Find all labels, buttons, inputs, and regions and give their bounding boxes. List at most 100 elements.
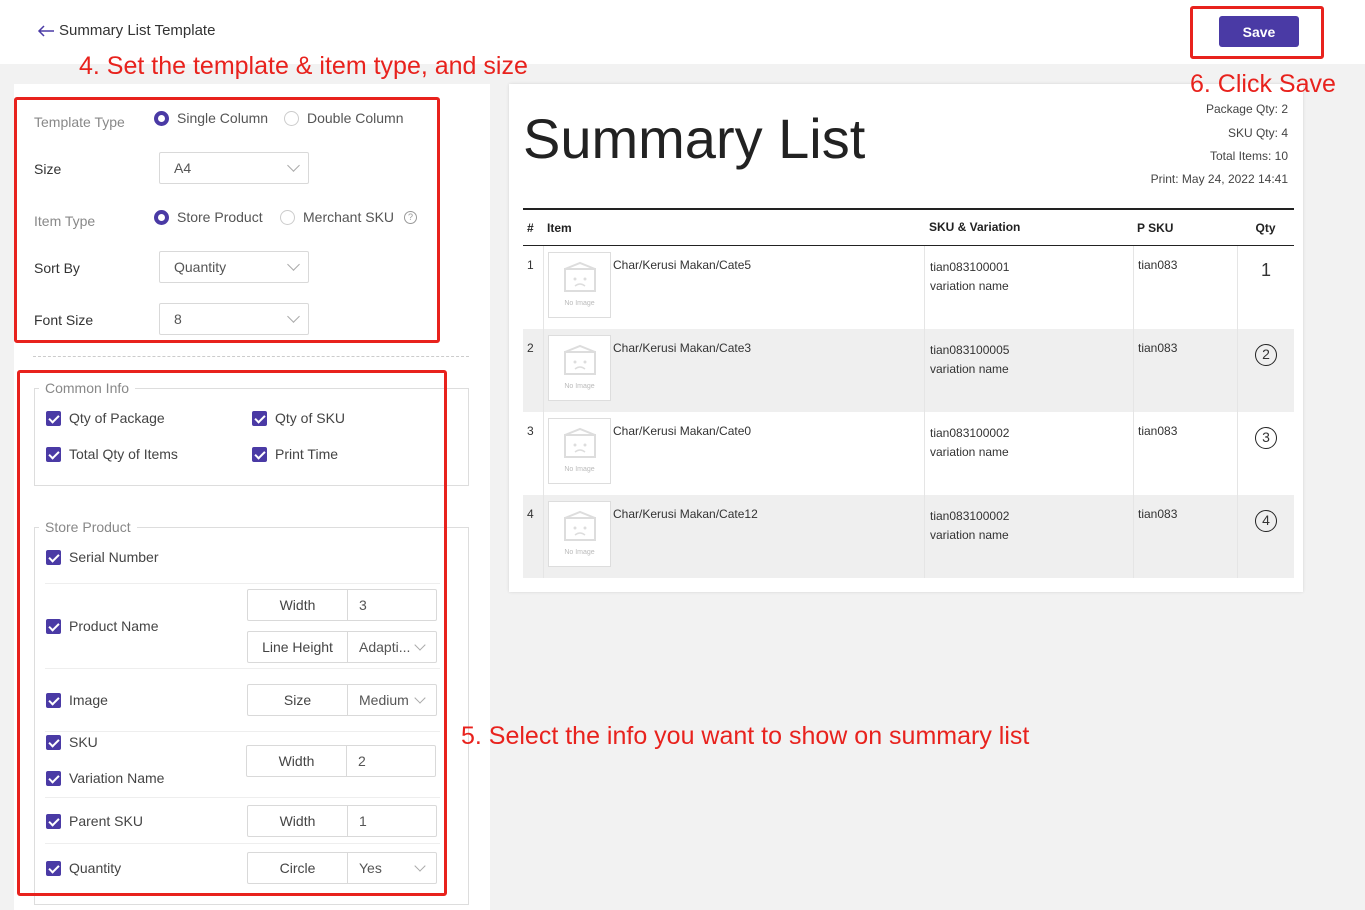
check-serial-number[interactable]: Serial Number (46, 549, 158, 565)
qty-circle: 4 (1255, 510, 1277, 532)
check-variation-name[interactable]: Variation Name (46, 770, 164, 786)
annotation-step6: 6. Click Save (1190, 70, 1336, 98)
no-image-icon: No Image (548, 252, 611, 318)
table-row: 4 No Image Char/Kerusi Makan/Cate12 tian… (523, 495, 1294, 578)
table-row: 2 No Image Char/Kerusi Makan/Cate3 tian0… (523, 329, 1294, 412)
product-name: Char/Kerusi Makan/Cate12 (613, 507, 758, 521)
table-row: 1 No Image Char/Kerusi Makan/Cate5 tian0… (523, 246, 1294, 329)
radio-dot-icon (280, 209, 295, 225)
sort-by-select[interactable]: Quantity (159, 251, 309, 283)
checkbox-checked-icon (252, 410, 267, 426)
radio-store-product[interactable]: Store Product (154, 209, 263, 225)
preview-table: # Item SKU & Variation P SKU Qty 1 No Im… (523, 208, 1294, 578)
table-header: # Item SKU & Variation P SKU Qty (523, 210, 1294, 246)
row-divider (45, 843, 440, 844)
qty-circle: 3 (1255, 427, 1277, 449)
sku-value: tian083100002 (930, 426, 1010, 440)
sort-by-label: Sort By (34, 260, 80, 276)
parent-sku-value: tian083 (1133, 412, 1237, 495)
check-parent-sku[interactable]: Parent SKU (46, 813, 143, 829)
variation-value: variation name (930, 279, 1009, 293)
annotation-step5: 5. Select the info you want to show on s… (461, 722, 1030, 750)
font-size-label: Font Size (34, 312, 94, 328)
product-name-width-field[interactable]: Width 3 (247, 589, 437, 621)
product-name: Char/Kerusi Makan/Cate5 (613, 258, 752, 272)
chevron-down-icon (414, 692, 426, 704)
row-number: 4 (527, 507, 534, 521)
checkbox-checked-icon (46, 770, 61, 786)
chevron-down-icon (287, 258, 300, 271)
checkbox-checked-icon (46, 446, 61, 462)
variation-value: variation name (930, 362, 1009, 376)
product-name: Char/Kerusi Makan/Cate0 (613, 424, 752, 438)
checkbox-checked-icon (46, 410, 61, 426)
check-print-time[interactable]: Print Time (252, 446, 338, 462)
checkbox-checked-icon (46, 734, 61, 750)
row-divider (45, 731, 440, 732)
check-product-name[interactable]: Product Name (46, 618, 158, 634)
section-divider (33, 356, 469, 357)
preview-print-time: Print: May 24, 2022 14:41 (1150, 172, 1288, 186)
checkbox-checked-icon (46, 860, 61, 876)
checkbox-checked-icon (46, 813, 61, 829)
row-number: 1 (527, 258, 534, 272)
summary-list-preview: Summary List Package Qty: 2 SKU Qty: 4 T… (509, 84, 1303, 592)
row-number: 3 (527, 424, 534, 438)
sku-value: tian083100002 (930, 509, 1010, 523)
line-height-select[interactable]: Line Height Adapti... (247, 631, 437, 663)
checkbox-checked-icon (46, 692, 61, 708)
row-number: 2 (527, 341, 534, 355)
row-divider (45, 668, 440, 669)
parent-sku-value: tian083 (1133, 246, 1237, 329)
radio-single-column[interactable]: Single Column (154, 110, 268, 126)
parent-sku-value: tian083 (1133, 329, 1237, 412)
radio-merchant-sku[interactable]: Merchant SKU? (280, 209, 418, 225)
check-qty-of-package[interactable]: Qty of Package (46, 410, 165, 426)
store-product-legend: Store Product (39, 519, 137, 535)
chevron-down-icon (414, 639, 426, 651)
help-icon[interactable]: ? (404, 210, 418, 224)
size-label: Size (34, 161, 62, 177)
no-image-icon: No Image (548, 501, 611, 567)
variation-value: variation name (930, 445, 1009, 459)
check-sku[interactable]: SKU (46, 734, 98, 750)
size-select[interactable]: A4 (159, 152, 309, 184)
annotation-step4: 4. Set the template & item type, and siz… (79, 52, 528, 80)
parent-sku-width-field[interactable]: Width 1 (247, 805, 437, 837)
back-link[interactable]: Summary List Template (37, 22, 215, 39)
table-row: 3 No Image Char/Kerusi Makan/Cate0 tian0… (523, 412, 1294, 495)
back-arrow-icon (37, 24, 54, 37)
row-divider (45, 583, 440, 584)
template-type-label: Template Type (34, 114, 125, 130)
variation-value: variation name (930, 528, 1009, 542)
radio-dot-icon (284, 110, 299, 126)
no-image-icon: No Image (548, 418, 611, 484)
radio-dot-icon (154, 209, 169, 225)
preview-title: Summary List (523, 107, 866, 170)
product-name: Char/Kerusi Makan/Cate3 (613, 341, 752, 355)
save-button[interactable]: Save (1219, 16, 1299, 47)
image-size-select[interactable]: Size Medium (247, 684, 437, 716)
page-title: Summary List Template (59, 22, 216, 39)
sku-value: tian083100005 (930, 343, 1010, 357)
check-quantity[interactable]: Quantity (46, 860, 121, 876)
check-image[interactable]: Image (46, 692, 108, 708)
item-type-label: Item Type (34, 213, 96, 229)
check-total-qty-of-items[interactable]: Total Qty of Items (46, 446, 178, 462)
chevron-down-icon (287, 159, 300, 172)
sku-value: tian083100001 (930, 260, 1010, 274)
common-info-fieldset (34, 388, 469, 486)
sku-width-field[interactable]: Width 2 (246, 745, 436, 777)
radio-double-column[interactable]: Double Column (284, 110, 404, 126)
checkbox-checked-icon (46, 549, 61, 565)
chevron-down-icon (287, 310, 300, 323)
preview-sku-qty: SKU Qty: 4 (1227, 126, 1288, 140)
check-qty-of-sku[interactable]: Qty of SKU (252, 410, 345, 426)
row-divider (45, 797, 440, 798)
font-size-select[interactable]: 8 (159, 303, 309, 335)
preview-total-items: Total Items: 10 (1209, 149, 1288, 163)
circle-select[interactable]: Circle Yes (247, 852, 437, 884)
chevron-down-icon (414, 860, 426, 872)
common-info-legend: Common Info (39, 380, 136, 396)
radio-dot-icon (154, 110, 169, 126)
